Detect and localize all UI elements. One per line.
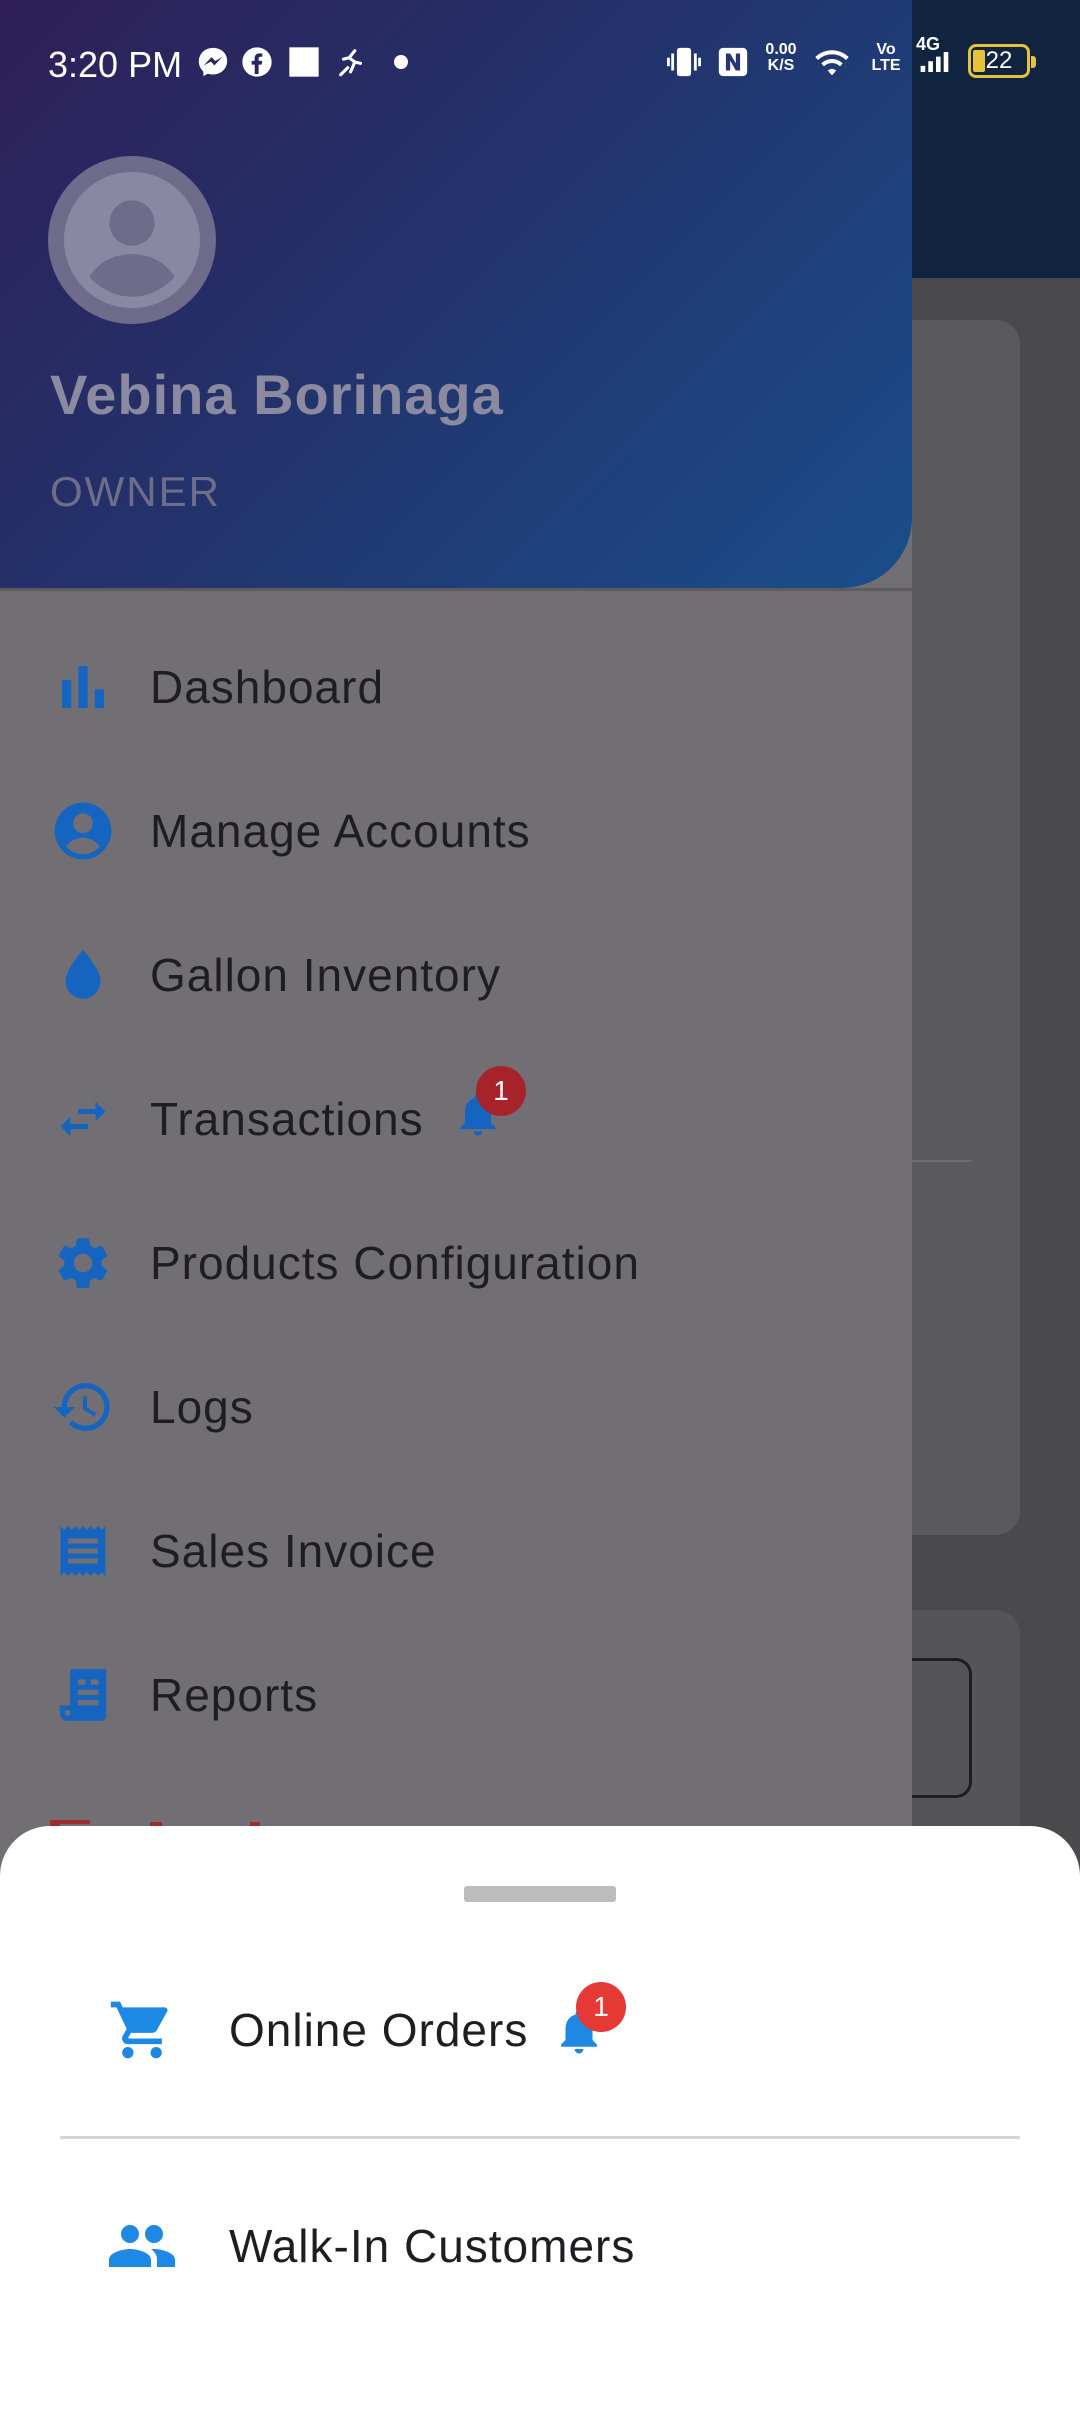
activity-icon [335,44,369,80]
dot-icon [394,44,408,80]
volte-top: Vo [876,41,896,58]
menu-item-label: Products Configuration [150,1237,640,1289]
network-type: 4G [916,34,941,54]
sheet-item-walk-in-customers[interactable]: Walk-In Customers [0,2176,1080,2316]
square-notification-icon [288,44,320,80]
notification-badge: 1 [476,1066,526,1116]
vibrate-icon [664,44,704,80]
menu-item-label: Dashboard [150,661,385,713]
notification-indicator: 1 [552,1982,626,2058]
sheet-item-online-orders[interactable]: Online Orders 1 [0,1960,1080,2100]
nfc-icon [716,44,750,80]
gear-icon [50,1230,116,1296]
signal-icon [920,52,949,72]
messenger-icon [196,44,230,80]
menu-item-dashboard[interactable]: Dashboard [0,622,912,752]
report-icon [50,1662,116,1728]
water-drop-icon [50,942,116,1008]
bottom-sheet: Online Orders 1 Walk-In Customers [0,1826,1080,2436]
menu-item-gallon-inventory[interactable]: Gallon Inventory [0,910,912,1040]
menu-item-label: Sales Invoice [150,1525,437,1577]
background-card-divider [912,1160,972,1162]
menu-item-label: Logs [150,1381,254,1433]
menu-item-manage-accounts[interactable]: Manage Accounts [0,766,912,896]
status-bar: 3:20 PM 0.00 K/S Vo LTE 4G 22 [0,0,1080,124]
account-circle-icon [50,798,116,864]
sheet-item-label: Walk-In Customers [229,2220,636,2272]
menu-item-label: Manage Accounts [150,805,531,857]
drag-handle[interactable] [464,1886,616,1902]
menu-item-label: Gallon Inventory [150,949,501,1001]
menu-item-sales-invoice[interactable]: Sales Invoice [0,1486,912,1616]
menu-item-label: Transactions [150,1093,424,1145]
network-speed-unit: K/S [767,57,795,74]
person-icon [64,172,200,308]
user-name: Vebina Borinaga [50,363,504,426]
swap-arrows-icon [50,1086,116,1152]
facebook-icon [241,44,273,80]
history-icon [50,1374,116,1440]
menu-item-transactions[interactable]: Transactions 1 [0,1054,912,1184]
volte-indicator: Vo LTE [866,40,906,76]
cart-icon [106,1994,178,2066]
menu-item-label: Reports [150,1669,319,1721]
avatar[interactable] [48,156,216,324]
notification-badge: 1 [576,1982,626,2032]
notification-indicator: 1 [452,1066,526,1140]
drawer-divider [0,588,912,591]
menu-item-reports[interactable]: Reports [0,1630,912,1760]
wifi-icon [812,44,852,80]
sheet-divider [60,2136,1020,2139]
people-icon [106,2210,178,2282]
network-speed-value: 0.00 [765,41,797,58]
user-role: OWNER [50,468,221,515]
sheet-item-label: Online Orders [229,2004,529,2056]
network-speed: 0.00 K/S [762,40,800,76]
receipt-icon [50,1518,116,1584]
menu-item-logs[interactable]: Logs [0,1342,912,1472]
menu-item-products-configuration[interactable]: Products Configuration [0,1198,912,1328]
battery-indicator: 22 [968,44,1036,78]
cell-signal: 4G [916,34,956,72]
volte-bottom: LTE [871,57,901,74]
status-time: 3:20 PM [48,44,183,85]
bar-chart-icon [50,654,116,720]
